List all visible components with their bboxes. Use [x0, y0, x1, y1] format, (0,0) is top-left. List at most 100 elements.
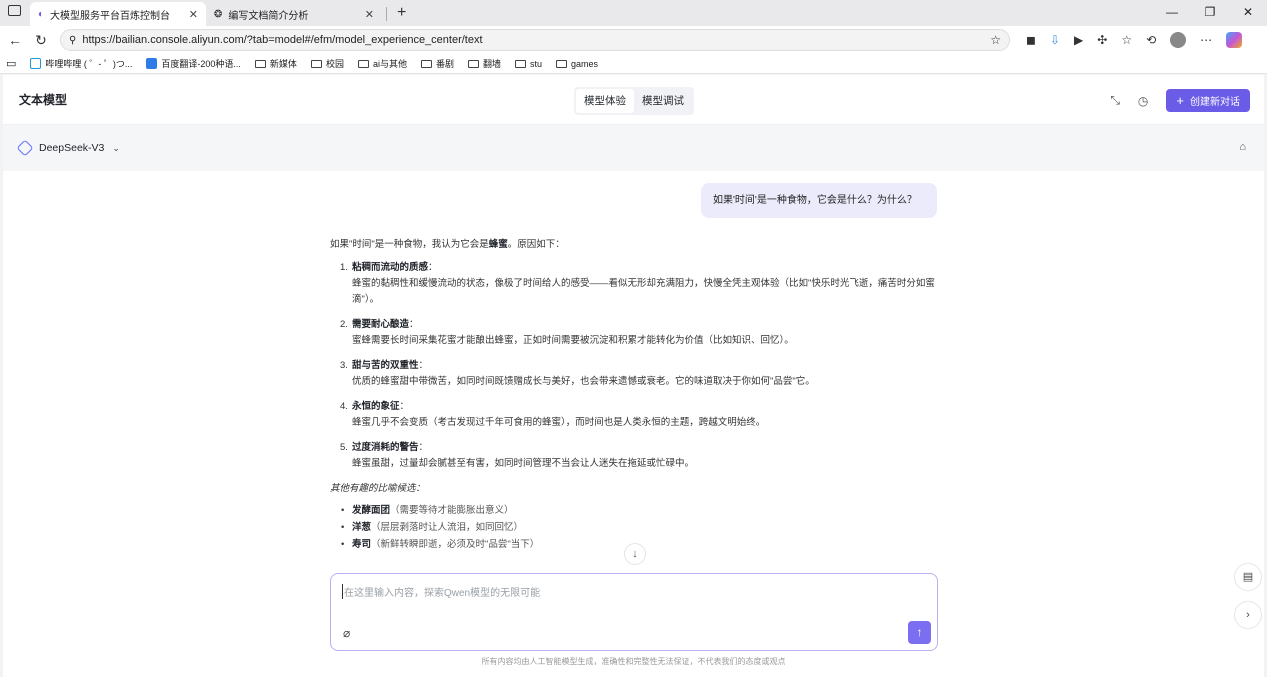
restore-icon[interactable]: ❐ — [1191, 0, 1229, 24]
item-number: 3. — [340, 360, 348, 371]
arrow-up-icon: ↑ — [916, 625, 923, 639]
tab-title: 编写文档简介分析 — [228, 10, 309, 22]
tab-chatgpt[interactable]: ❂ 编写文档简介分析 ✕ — [206, 2, 382, 26]
bookmark-folder[interactable]: stu — [515, 59, 542, 69]
bookmark-folder[interactable]: 番剧 — [420, 57, 454, 70]
close-tab-icon[interactable]: ✕ — [365, 8, 374, 21]
bookmark-label: stu — [530, 58, 543, 69]
bookmark-folder[interactable]: 校园 — [310, 57, 344, 70]
bookmark-label: games — [571, 58, 599, 69]
bookmark-folder[interactable]: 翻墙 — [467, 57, 501, 70]
bookmark-label: 番剧 — [435, 59, 454, 69]
new-chat-label: 创建新对话 — [1190, 97, 1240, 108]
history-clock-icon[interactable]: ◷ — [1138, 94, 1148, 108]
profile-avatar[interactable] — [1170, 32, 1187, 48]
item-title: 过度消耗的警告 — [352, 442, 419, 453]
document-icon[interactable]: ▤ — [1234, 563, 1262, 591]
alt-bold: 洋葱 — [352, 522, 372, 533]
header-actions: ⤡ ◷ + 创建新对话 — [1110, 89, 1250, 112]
browser-tabbar: ◐ 大模型服务平台百炼控制台 ✕ ❂ 编写文档简介分析 ✕ + — ❐ ✕ — [0, 0, 1267, 26]
item-body: 蜂蜜虽甜，过量却会腻甚至有害，如同时间管理不当会让人迷失在拖延或忙碌中。 — [352, 458, 695, 469]
chat-area: 如果'时间'是一种食物，它会是什么？为什么？ 如果"时间"是一种食物，我认为它会… — [3, 171, 1264, 571]
user-message: 如果'时间'是一种食物，它会是什么？为什么？ — [701, 183, 937, 218]
bookmark-bilibili[interactable]: 哔哩哔哩 ( ゜- ゜)つ... — [30, 57, 132, 70]
bilibili-icon — [30, 58, 42, 69]
new-tab-icon[interactable]: + — [391, 4, 412, 26]
input-placeholder[interactable]: 在这里输入内容，探索Qwen模型的无限可能 — [342, 584, 540, 599]
intro-prefix: 如果"时间"是一种食物，我认为它会是 — [330, 239, 489, 250]
folder-icon — [515, 59, 526, 68]
app-header: 文本模型 模型体验 模型调试 ⤡ ◷ + 创建新对话 — [3, 75, 1264, 125]
settings-bag-icon[interactable]: ⌂ — [1239, 141, 1246, 153]
mode-switch: 模型体验 模型调试 — [574, 87, 694, 115]
alt-note: （新鲜转瞬即逝，必须及时"品尝"当下） — [371, 539, 540, 550]
alt-note: （需要等待才能膨胀出意义） — [390, 505, 514, 516]
collapse-icon[interactable]: ⤡ — [1110, 93, 1120, 108]
item-number: 1. — [340, 262, 348, 273]
bookmark-folder[interactable]: games — [556, 59, 598, 69]
model-logo-icon — [16, 139, 34, 157]
close-tab-icon[interactable]: ✕ — [189, 8, 198, 21]
extension-icon[interactable]: ◼ — [1026, 33, 1036, 47]
bookmark-folder[interactable]: ai与其他 — [357, 57, 407, 70]
minimize-icon[interactable]: — — [1153, 0, 1191, 24]
puzzle-icon[interactable]: ✣ — [1097, 33, 1107, 47]
tab-title: 大模型服务平台百炼控制台 — [50, 10, 171, 22]
assistant-message: 如果"时间"是一种食物，我认为它会是蜂蜜。原因如下： 1. 粘稠而流动的质感： … — [330, 237, 940, 554]
folder-icon — [556, 59, 568, 68]
close-window-icon[interactable]: ✕ — [1229, 0, 1267, 24]
bookmark-label: 新媒体 — [269, 59, 297, 69]
bookmark-folder[interactable]: 新媒体 — [254, 57, 297, 70]
favorites-icon[interactable]: ☆ — [1121, 33, 1132, 47]
tab-actions-icon[interactable] — [8, 5, 21, 16]
page-title: 文本模型 — [19, 93, 68, 107]
folder-icon — [357, 59, 369, 68]
model-name[interactable]: DeepSeek-V3 — [39, 142, 104, 154]
play-icon[interactable]: ▶ — [1074, 33, 1083, 47]
bailian-favicon-icon: ◐ — [38, 8, 45, 20]
bookmarks-bar: ▭ 哔哩哔哩 ( ゜- ゜)つ... 百度翻译-200种语... 新媒体 校园 … — [0, 54, 1267, 74]
tab-model-experience[interactable]: 模型体验 — [576, 89, 634, 113]
copilot-icon[interactable] — [1226, 32, 1243, 48]
back-icon[interactable]: ← — [8, 32, 22, 48]
item-colon: ： — [418, 360, 429, 371]
alt-title-text: 其他有趣的比喻候选 — [330, 483, 416, 494]
chevron-down-icon[interactable]: ⌄ — [112, 143, 120, 154]
site-info-icon[interactable]: ⚲ — [69, 35, 76, 46]
attachment-icon[interactable]: ⌀ — [343, 626, 350, 640]
bookmark-label: 百度翻译-200种语... — [161, 59, 241, 69]
tab-model-debug[interactable]: 模型调试 — [634, 89, 692, 113]
send-button[interactable]: ↑ — [908, 621, 931, 644]
chat-input[interactable]: 在这里输入内容，探索Qwen模型的无限可能 ⌀ ↑ — [330, 573, 938, 651]
app-page: 文本模型 模型体验 模型调试 ⤡ ◷ + 创建新对话 DeepSeek-V3 ⌄… — [3, 75, 1264, 677]
history-icon[interactable]: ⟲ — [1146, 33, 1156, 47]
reason-item: 3. 甜与苦的双重性： 优质的蜂蜜甜中带微苦，如同时间既馈赠成长与美好，也会带来… — [330, 358, 940, 390]
favorite-star-icon[interactable]: ☆ — [990, 33, 1001, 47]
reading-icon[interactable]: ▭ — [6, 57, 16, 70]
reason-item: 5. 过度消耗的警告： 蜂蜜虽甜，过量却会腻甚至有害，如同时间管理不当会让人迷失… — [330, 440, 940, 472]
url-text[interactable]: https://bailian.console.aliyun.com/?tab=… — [82, 34, 984, 46]
refresh-icon[interactable]: ↻ — [34, 32, 48, 49]
alt-bold: 寿司 — [352, 539, 372, 550]
more-icon[interactable]: ⋯ — [1200, 33, 1212, 47]
folder-icon — [254, 59, 266, 68]
alt-title-colon: ： — [415, 483, 426, 494]
tab-separator — [386, 7, 387, 21]
item-title: 需要耐心酿造 — [352, 319, 410, 330]
folder-icon — [310, 59, 322, 68]
bookmark-label: ai与其他 — [372, 59, 407, 69]
bookmark-translate[interactable]: 百度翻译-200种语... — [146, 57, 241, 70]
address-bar[interactable]: ⚲ https://bailian.console.aliyun.com/?ta… — [60, 29, 1010, 51]
bookmark-label: 哔哩哔哩 ( ゜- ゜)つ... — [45, 59, 133, 69]
translate-icon — [146, 58, 158, 69]
tab-bailian[interactable]: ◐ 大模型服务平台百炼控制台 ✕ — [30, 2, 206, 26]
item-body: 蜂蜜几乎不会变质（考古发现过千年可食用的蜂蜜），而时间也是人类永恒的主题，跨越文… — [352, 417, 766, 428]
item-title: 永恒的象征 — [352, 401, 400, 412]
expand-right-icon[interactable]: › — [1234, 601, 1262, 629]
item-colon: ： — [409, 319, 419, 330]
item-body: 蜜蜂需要长时间采集花蜜才能酿出蜂蜜，正如时间需要被沉淀和积累才能转化为价值（比如… — [352, 335, 794, 346]
new-chat-button[interactable]: + 创建新对话 — [1166, 89, 1250, 112]
bookmark-label: 翻墙 — [482, 59, 501, 69]
scroll-down-icon[interactable]: ↓ — [624, 543, 646, 565]
download-icon[interactable]: ⇩ — [1050, 33, 1060, 47]
